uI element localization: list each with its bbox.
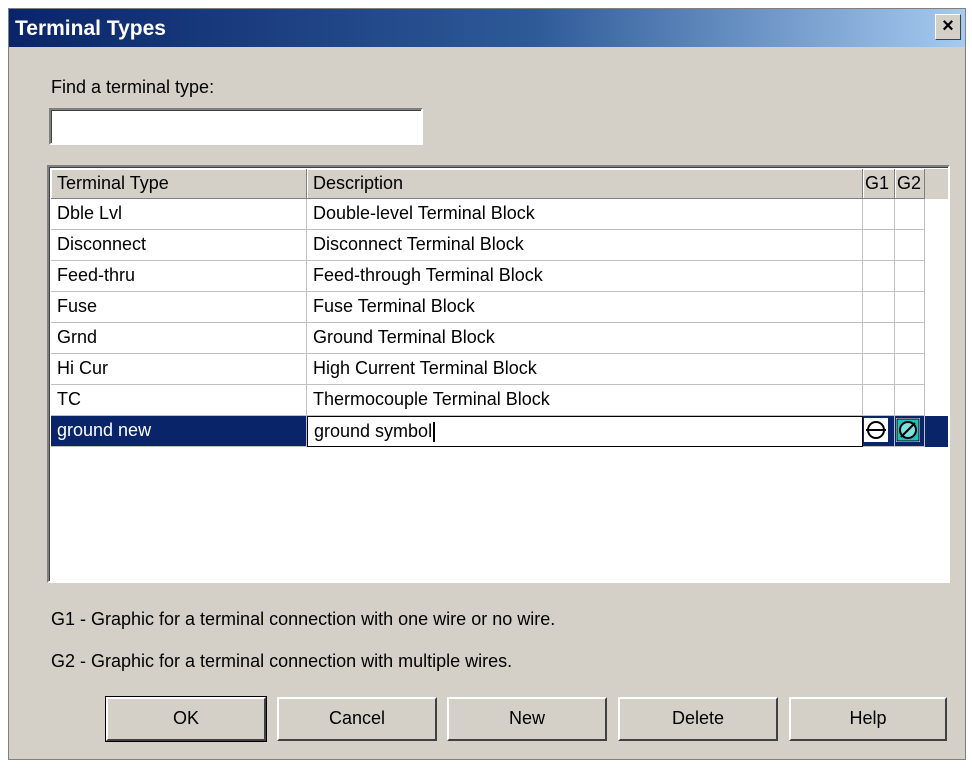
column-header-description[interactable]: Description: [307, 169, 863, 199]
column-header-g1[interactable]: G1: [863, 169, 895, 199]
ok-button[interactable]: OK: [105, 696, 267, 742]
g2-cell[interactable]: [895, 199, 925, 230]
terminal-type-cell[interactable]: Grnd: [51, 323, 307, 354]
table-row[interactable]: TC Thermocouple Terminal Block: [51, 385, 948, 416]
table-row[interactable]: Disconnect Disconnect Terminal Block: [51, 230, 948, 261]
table-row[interactable]: Dble Lvl Double-level Terminal Block: [51, 199, 948, 230]
g1-cell[interactable]: [863, 385, 895, 416]
close-button[interactable]: ×: [935, 14, 961, 40]
g2-note: G2 - Graphic for a terminal connection w…: [51, 651, 513, 671]
terminal-type-cell[interactable]: TC: [51, 385, 307, 416]
terminal-one-wire-icon[interactable]: [864, 418, 888, 442]
find-label: Find a terminal type:: [51, 77, 215, 97]
terminal-type-cell[interactable]: Feed-thru: [51, 261, 307, 292]
terminal-type-cell[interactable]: Hi Cur: [51, 354, 307, 385]
g2-cell[interactable]: [895, 292, 925, 323]
text-caret: [433, 422, 436, 443]
description-cell[interactable]: Fuse Terminal Block: [307, 292, 863, 323]
g1-cell[interactable]: [863, 230, 895, 261]
g1-cell[interactable]: [863, 199, 895, 230]
g2-cell[interactable]: [895, 416, 925, 447]
g2-cell[interactable]: [895, 230, 925, 261]
description-edit-cell[interactable]: ground symbol: [307, 416, 863, 447]
description-edit-text[interactable]: ground symbol: [314, 421, 432, 441]
terminal-types-grid: Terminal Type Description G1 G2 Dble Lvl…: [47, 165, 950, 583]
terminal-type-cell[interactable]: Fuse: [51, 292, 307, 323]
cancel-button[interactable]: Cancel: [277, 697, 437, 741]
find-terminal-input[interactable]: [49, 108, 423, 145]
g2-cell[interactable]: [895, 323, 925, 354]
terminal-multi-wire-icon[interactable]: [896, 418, 920, 442]
description-cell[interactable]: Disconnect Terminal Block: [307, 230, 863, 261]
table-row[interactable]: Hi Cur High Current Terminal Block: [51, 354, 948, 385]
g2-cell[interactable]: [895, 354, 925, 385]
g1-cell[interactable]: [863, 292, 895, 323]
description-cell[interactable]: Ground Terminal Block: [307, 323, 863, 354]
column-header-terminal-type[interactable]: Terminal Type: [51, 169, 307, 199]
g1-cell[interactable]: [863, 323, 895, 354]
dialog-title: Terminal Types: [15, 17, 166, 40]
terminal-types-dialog: Terminal Types × Find a terminal type: T…: [8, 8, 966, 760]
header-filler: [925, 169, 948, 199]
description-cell[interactable]: Double-level Terminal Block: [307, 199, 863, 230]
row-filler: [925, 416, 948, 447]
g1-cell[interactable]: [863, 416, 895, 447]
column-header-g2[interactable]: G2: [895, 169, 925, 199]
close-icon: ×: [942, 15, 954, 37]
grid-header: Terminal Type Description G1 G2: [51, 169, 925, 199]
help-button[interactable]: Help: [789, 697, 947, 741]
g1-cell[interactable]: [863, 261, 895, 292]
g2-cell[interactable]: [895, 385, 925, 416]
description-cell[interactable]: Thermocouple Terminal Block: [307, 385, 863, 416]
new-button[interactable]: New: [447, 697, 607, 741]
terminal-type-cell[interactable]: ground new: [51, 416, 307, 447]
terminal-type-cell[interactable]: Dble Lvl: [51, 199, 307, 230]
delete-button[interactable]: Delete: [618, 697, 778, 741]
title-bar[interactable]: Terminal Types ×: [9, 9, 965, 47]
description-cell[interactable]: High Current Terminal Block: [307, 354, 863, 385]
table-row-selected[interactable]: ground new ground symbol: [51, 416, 948, 447]
grid-rows: Dble Lvl Double-level Terminal Block Dis…: [51, 199, 948, 447]
table-row[interactable]: Fuse Fuse Terminal Block: [51, 292, 948, 323]
description-cell[interactable]: Feed-through Terminal Block: [307, 261, 863, 292]
g1-note: G1 - Graphic for a terminal connection w…: [51, 609, 556, 629]
table-row[interactable]: Feed-thru Feed-through Terminal Block: [51, 261, 948, 292]
terminal-type-cell[interactable]: Disconnect: [51, 230, 307, 261]
g2-cell[interactable]: [895, 261, 925, 292]
g1-cell[interactable]: [863, 354, 895, 385]
table-row[interactable]: Grnd Ground Terminal Block: [51, 323, 948, 354]
